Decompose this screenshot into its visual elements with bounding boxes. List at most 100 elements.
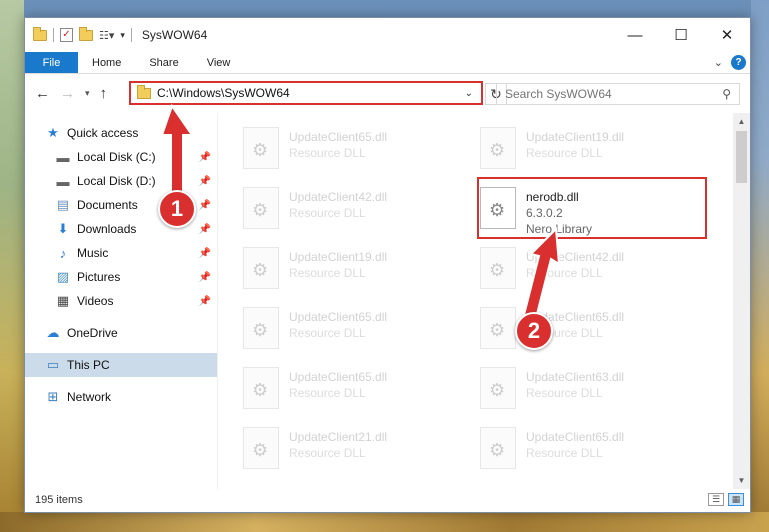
help-icon[interactable]: ? [731,55,746,70]
status-bar: 195 items ☰ ▦ [25,488,750,512]
ribbon-right-controls: ⌄ ? [714,55,746,70]
expand-ribbon-chevron-icon[interactable]: ⌄ [714,56,723,69]
dll-file-icon [480,187,516,229]
scrollbar-thumb[interactable] [736,131,747,183]
item-count: 195 items [35,494,83,506]
properties-list-icon[interactable]: ☷▾ [99,29,114,42]
pictures-icon: ▨ [56,269,70,284]
nav-gap [25,345,217,353]
nav-label: Pictures [77,270,121,284]
nav-label: Music [77,246,109,260]
nav-local-disk-c[interactable]: ▬ Local Disk (C:) 📌 [25,145,217,169]
file-text: UpdateClient19.dll Resource DLL [526,127,624,161]
scroll-up-arrow-icon[interactable]: ▲ [733,113,750,130]
nav-label: Local Disk (D:) [77,174,156,188]
file-item-nerodb[interactable]: nerodb.dll 6.3.0.2 Nero Library [480,181,717,241]
file-version: 6.3.0.2 [526,206,563,220]
pin-icon[interactable]: 📌 [199,224,211,235]
minimize-button[interactable]: — [612,18,658,52]
recent-locations-chevron-icon[interactable]: ▾ [85,88,90,99]
file-name: UpdateClient65.dll [526,430,625,444]
file-item[interactable]: UpdateClient42.dll Resource DLL [243,181,480,241]
address-bar[interactable]: C:\Windows\SysWOW64 ⌄ [129,81,483,105]
file-text: UpdateClient65.dll Resource DLL [289,307,387,341]
pin-icon[interactable]: 📌 [199,272,211,283]
search-input[interactable] [497,87,723,101]
address-path[interactable]: C:\Windows\SysWOW64 [157,86,465,100]
nav-this-pc[interactable]: ▭ This PC [25,353,217,377]
file-text: UpdateClient65.dll Resource DLL [289,127,387,161]
pin-icon[interactable]: 📌 [199,176,211,187]
file-item[interactable]: UpdateClient63.dll Resource DLL [480,361,717,421]
documents-icon: ▤ [56,197,70,212]
address-folder-icon [137,84,151,99]
dll-file-icon [243,127,279,169]
file-type: Resource DLL [289,266,366,280]
nav-label: This PC [67,358,110,372]
file-item[interactable]: UpdateClient19.dll Resource DLL [243,241,480,301]
up-arrow-icon[interactable]: ↑ [100,85,108,102]
file-explorer-window: ✓ ☷▾ ▾ SysWOW64 — ☐ ✕ File Home Share Vi… [24,17,751,513]
folder-icon[interactable] [33,26,47,41]
details-view-icon[interactable]: ☰ [708,493,724,506]
file-item[interactable]: UpdateClient65.dll Resource DLL [243,361,480,421]
nav-label: Quick access [67,126,139,140]
dll-file-icon [480,367,516,409]
tab-home[interactable]: Home [78,52,135,73]
scroll-down-arrow-icon[interactable]: ▼ [733,472,750,489]
properties-check-icon[interactable]: ✓ [60,28,73,42]
file-item[interactable]: UpdateClient65.dll Resource DLL [480,421,717,481]
tab-share[interactable]: Share [135,52,192,73]
vertical-scrollbar[interactable]: ▲ ▼ [733,113,750,489]
toolbar-separator [53,28,54,42]
pin-icon[interactable]: 📌 [199,152,211,163]
file-name: UpdateClient63.dll [526,370,625,384]
file-item[interactable]: UpdateClient42.dll Resource DLL [480,241,717,301]
dll-file-icon [243,187,279,229]
file-item[interactable]: UpdateClient65.dll Resource DLL [243,121,480,181]
forward-arrow-icon[interactable]: → [60,85,75,102]
file-name: UpdateClient19.dll [526,130,625,144]
file-item[interactable]: UpdateClient19.dll Resource DLL [480,121,717,181]
pin-icon[interactable]: 📌 [199,296,211,307]
maximize-button[interactable]: ☐ [658,18,704,52]
file-name: nerodb.dll [526,190,579,204]
tiles-view-icon[interactable]: ▦ [728,493,744,506]
file-name: UpdateClient65.dll [289,370,388,384]
downloads-icon: ⬇ [57,221,69,236]
back-arrow-icon[interactable]: ← [35,85,50,102]
dll-file-icon [480,247,516,289]
file-text: UpdateClient65.dll Resource DLL [289,367,387,401]
nav-pictures[interactable]: ▨ Pictures 📌 [25,265,217,289]
music-icon: ♪ [59,245,67,261]
nav-gap [25,313,217,321]
file-name: UpdateClient42.dll [289,190,388,204]
nav-network[interactable]: ⊞ Network [25,385,217,409]
pin-icon[interactable]: 📌 [199,200,211,211]
nav-local-disk-d[interactable]: ▬ Local Disk (D:) 📌 [25,169,217,193]
customize-toolbar-chevron-icon[interactable]: ▾ [120,30,125,41]
address-dropdown-chevron-icon[interactable]: ⌄ [465,88,473,99]
new-folder-icon[interactable] [79,26,93,41]
tab-view[interactable]: View [193,52,245,73]
nav-label: OneDrive [67,326,118,340]
dll-file-icon [480,307,516,349]
dll-file-icon [243,307,279,349]
nav-videos[interactable]: ▦ Videos 📌 [25,289,217,313]
pin-icon[interactable]: 📌 [199,248,211,259]
star-icon: ★ [47,125,59,140]
nav-label: Videos [77,294,114,308]
file-type: Resource DLL [526,266,603,280]
nav-music[interactable]: ♪ Music 📌 [25,241,217,265]
file-item[interactable]: UpdateClient21.dll Resource DLL [243,421,480,481]
nav-quick-access[interactable]: ★ Quick access [25,121,217,145]
nav-onedrive[interactable]: ☁ OneDrive [25,321,217,345]
search-box[interactable]: ⚲ [496,83,740,105]
dll-file-icon [480,127,516,169]
file-item[interactable]: UpdateClient65.dll Resource DLL [243,301,480,361]
drive-icon: ▬ [56,149,70,165]
close-button[interactable]: ✕ [704,18,750,52]
file-type: Resource DLL [526,386,603,400]
search-icon[interactable]: ⚲ [722,87,731,101]
tab-file[interactable]: File [25,52,78,73]
